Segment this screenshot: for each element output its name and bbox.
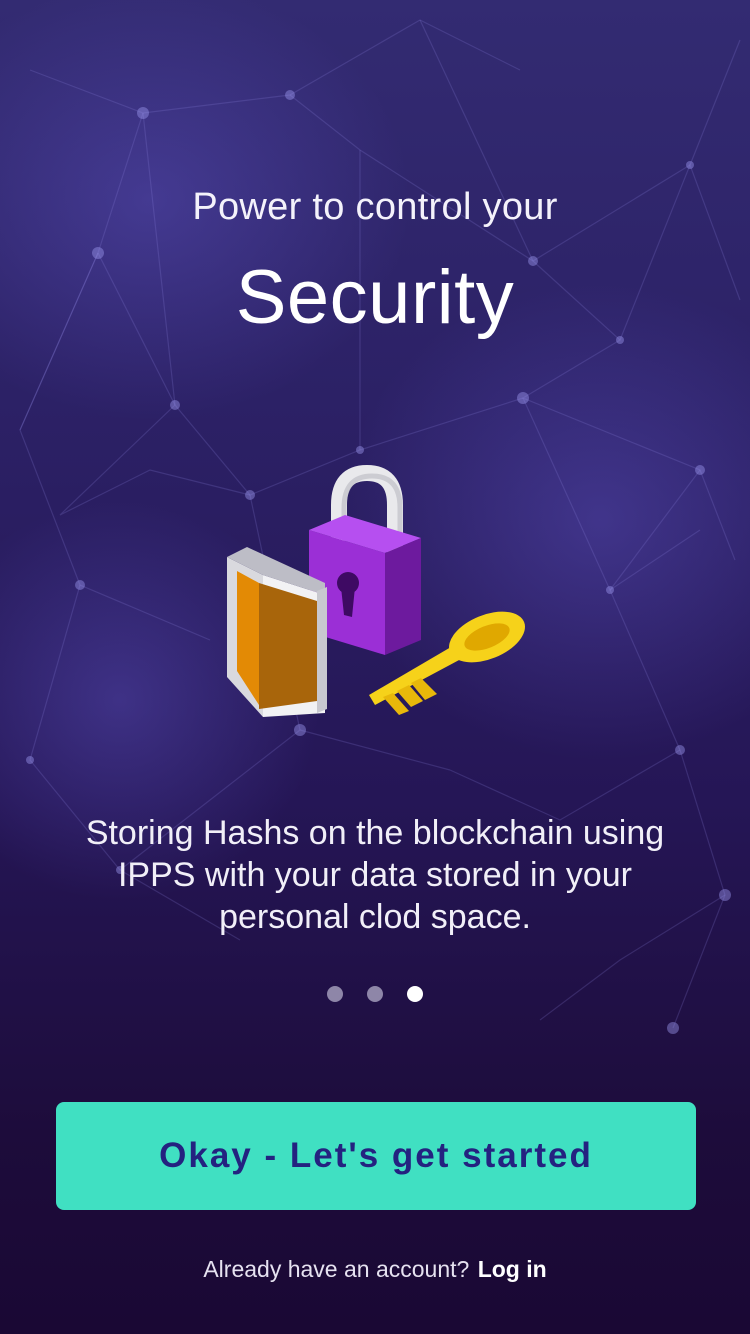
security-illustration (227, 465, 525, 717)
get-started-button[interactable]: Okay - Let's get started (56, 1102, 696, 1210)
login-prompt-text: Already have an account? (203, 1256, 470, 1282)
onboarding-description: Storing Hashs on the blockchain using IP… (85, 814, 665, 936)
login-link[interactable]: Log in (478, 1256, 547, 1282)
onboarding-screen: Power to control your Security Storing H… (0, 0, 750, 1334)
onboarding-subtitle: Power to control your (192, 186, 558, 228)
pagination-dot-active[interactable] (407, 986, 423, 1002)
pagination-dot[interactable] (327, 986, 343, 1002)
onboarding-title: Security (235, 255, 515, 340)
login-prompt: Already have an account? Log in (0, 1256, 750, 1283)
pagination-dot[interactable] (367, 986, 383, 1002)
pagination-dots (0, 986, 750, 1002)
